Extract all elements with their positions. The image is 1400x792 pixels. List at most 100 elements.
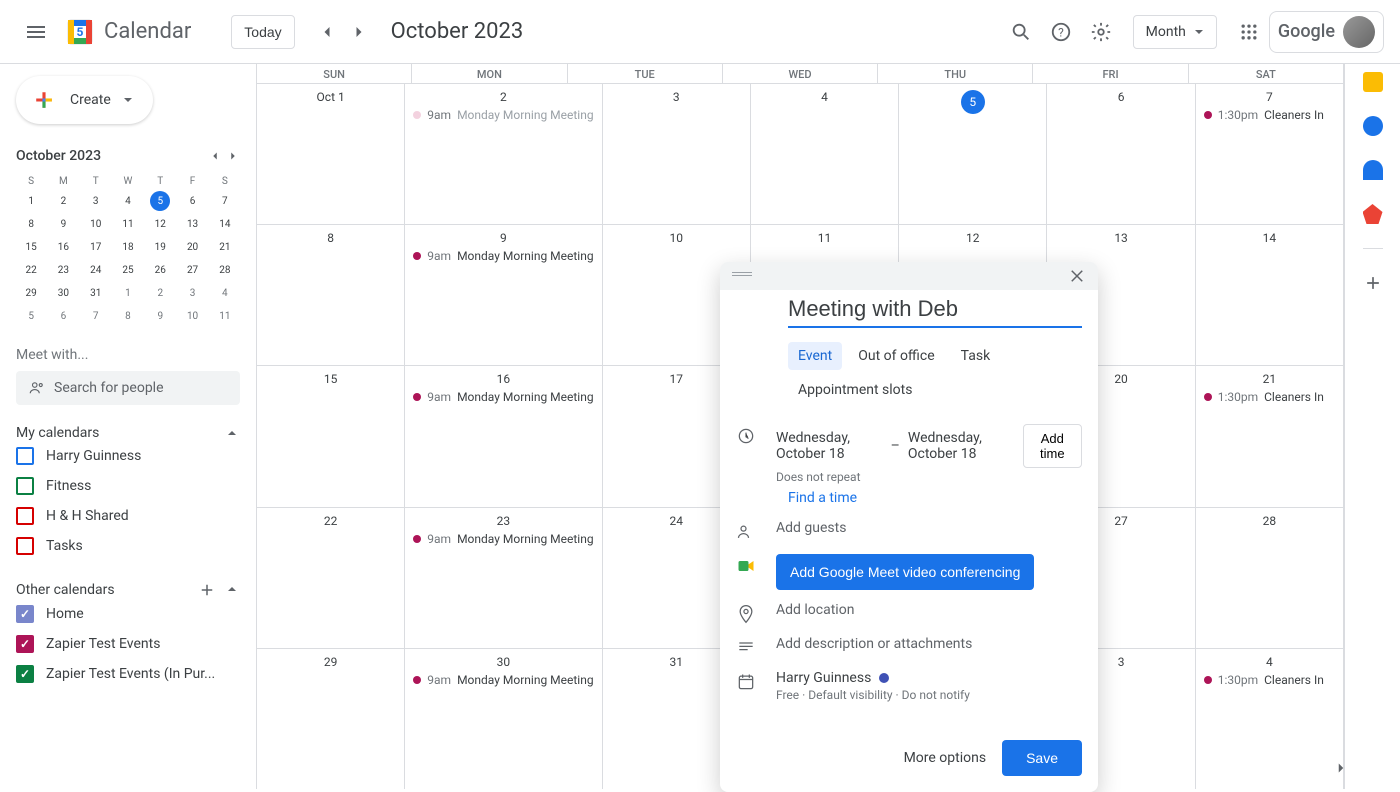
mini-cal-day[interactable]: 3 [81,191,111,212]
mini-cal-day[interactable]: 11 [113,214,143,235]
day-cell[interactable]: Oct 1 [257,84,405,224]
mini-cal-day[interactable]: 12 [145,214,175,235]
mini-cal-day[interactable]: 2 [145,283,175,304]
contacts-icon[interactable] [1363,160,1383,180]
dialog-tab[interactable]: Event [788,342,842,370]
mini-cal-day[interactable]: 17 [81,237,111,258]
mini-cal-day[interactable]: 30 [48,283,78,304]
mini-cal-day[interactable]: 4 [210,283,240,304]
other-calendars-toggle[interactable]: Other calendars [16,581,240,599]
calendar-item[interactable]: Home [16,599,240,629]
mini-cal-day[interactable]: 6 [177,191,207,212]
day-cell[interactable]: 29 [257,649,405,789]
mini-cal-day[interactable]: 27 [177,260,207,281]
mini-cal-day[interactable]: 5 [16,306,46,327]
event-item[interactable]: 9amMonday Morning Meeting [409,247,597,265]
event-item[interactable]: 9amMonday Morning Meeting [409,106,597,124]
today-button[interactable]: Today [231,15,294,49]
calendar-item[interactable]: Tasks [16,531,240,561]
mini-cal-day[interactable]: 7 [210,191,240,212]
mini-cal-day[interactable]: 3 [177,283,207,304]
settings-icon[interactable] [1081,12,1121,52]
day-cell[interactable]: 6 [1047,84,1195,224]
calendar-item[interactable]: Fitness [16,471,240,501]
search-icon[interactable] [1001,12,1041,52]
add-meet-button[interactable]: Add Google Meet video conferencing [776,554,1034,590]
day-cell[interactable]: 5 [899,84,1047,224]
dialog-tab[interactable]: Appointment slots [788,376,922,404]
add-guests-input[interactable]: Add guests [776,520,1082,536]
add-calendar-icon[interactable] [198,581,216,599]
calendar-item[interactable]: Harry Guinness [16,441,240,471]
calendar-checkbox[interactable] [16,665,34,683]
event-item[interactable]: 9amMonday Morning Meeting [409,388,597,406]
mini-cal-day[interactable]: 31 [81,283,111,304]
mini-cal-day[interactable]: 28 [210,260,240,281]
day-cell[interactable]: 309amMonday Morning Meeting [405,649,602,789]
keep-icon[interactable] [1363,72,1383,92]
mini-cal-day[interactable]: 8 [113,306,143,327]
mini-cal-day[interactable]: 5 [150,191,170,211]
tasks-icon[interactable] [1363,116,1383,136]
prev-month-button[interactable] [311,16,343,48]
apps-icon[interactable] [1229,12,1269,52]
event-title-input[interactable] [788,290,1082,328]
help-icon[interactable]: ? [1041,12,1081,52]
find-time-link[interactable]: Find a time [788,490,1082,506]
mini-cal-day[interactable]: 19 [145,237,175,258]
dialog-drag-handle[interactable] [720,262,1098,290]
mini-cal-next[interactable] [226,149,240,163]
mini-cal-day[interactable]: 21 [210,237,240,258]
mini-cal-day[interactable]: 9 [48,214,78,235]
event-item[interactable]: 9amMonday Morning Meeting [409,671,597,689]
calendar-item[interactable]: Zapier Test Events (In Pur... [16,659,240,689]
calendar-item[interactable]: H & H Shared [16,501,240,531]
day-cell[interactable]: 14 [1196,225,1344,365]
day-cell[interactable]: 29amMonday Morning Meeting [405,84,602,224]
day-cell[interactable]: 71:30pmCleaners In [1196,84,1344,224]
day-cell[interactable]: 3 [603,84,751,224]
event-item[interactable]: 1:30pmCleaners In [1200,388,1339,406]
mini-cal-day[interactable]: 1 [16,191,46,212]
day-cell[interactable]: 8 [257,225,405,365]
calendar-checkbox[interactable] [16,537,34,555]
mini-cal-day[interactable]: 7 [81,306,111,327]
mini-cal-day[interactable]: 8 [16,214,46,235]
mini-cal-day[interactable]: 29 [16,283,46,304]
calendar-checkbox[interactable] [16,635,34,653]
my-calendars-toggle[interactable]: My calendars [16,425,240,441]
view-selector[interactable]: Month [1133,15,1217,49]
next-month-button[interactable] [343,16,375,48]
dialog-tab[interactable]: Out of office [848,342,944,370]
mini-cal-day[interactable]: 1 [113,283,143,304]
dialog-tab[interactable]: Task [951,342,1001,370]
mini-cal-day[interactable]: 10 [81,214,111,235]
day-cell[interactable]: 239amMonday Morning Meeting [405,508,602,648]
day-cell[interactable]: 211:30pmCleaners In [1196,366,1344,506]
add-time-button[interactable]: Add time [1023,424,1082,468]
mini-cal-day[interactable]: 11 [210,306,240,327]
mini-cal-day[interactable]: 4 [113,191,143,212]
event-meta[interactable]: Free · Default visibility · Do not notif… [776,688,1082,702]
mini-cal-day[interactable]: 25 [113,260,143,281]
add-panel-icon[interactable] [1363,273,1383,293]
show-side-panel-button[interactable] [1332,759,1350,777]
calendar-item[interactable]: Zapier Test Events [16,629,240,659]
day-cell[interactable]: 22 [257,508,405,648]
mini-cal-day[interactable]: 18 [113,237,143,258]
mini-cal-prev[interactable] [208,149,222,163]
calendar-checkbox[interactable] [16,507,34,525]
day-cell[interactable]: 41:30pmCleaners In [1196,649,1344,789]
day-cell[interactable]: 28 [1196,508,1344,648]
day-cell[interactable]: 4 [751,84,899,224]
mini-cal-day[interactable]: 14 [210,214,240,235]
event-item[interactable]: 1:30pmCleaners In [1200,671,1339,689]
mini-cal-day[interactable]: 23 [48,260,78,281]
end-date[interactable]: Wednesday, October 18 [908,430,1015,462]
mini-cal-day[interactable]: 16 [48,237,78,258]
mini-cal-day[interactable]: 13 [177,214,207,235]
search-people-input[interactable]: Search for people [16,371,240,405]
mini-cal-day[interactable]: 20 [177,237,207,258]
save-button[interactable]: Save [1002,740,1082,776]
day-cell[interactable]: 99amMonday Morning Meeting [405,225,602,365]
